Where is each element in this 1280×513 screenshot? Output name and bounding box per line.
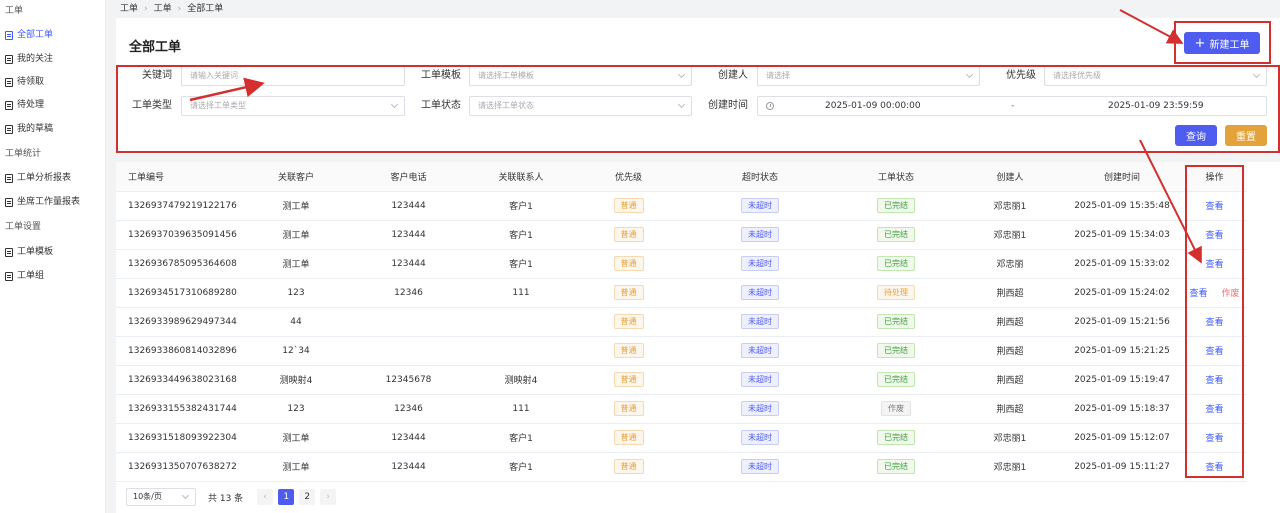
annotation-arrows [189, 9, 1202, 264]
arrow-to-new-button [1119, 9, 1184, 44]
arrow-to-filters [189, 77, 265, 102]
arrow-to-actions [1139, 139, 1202, 264]
